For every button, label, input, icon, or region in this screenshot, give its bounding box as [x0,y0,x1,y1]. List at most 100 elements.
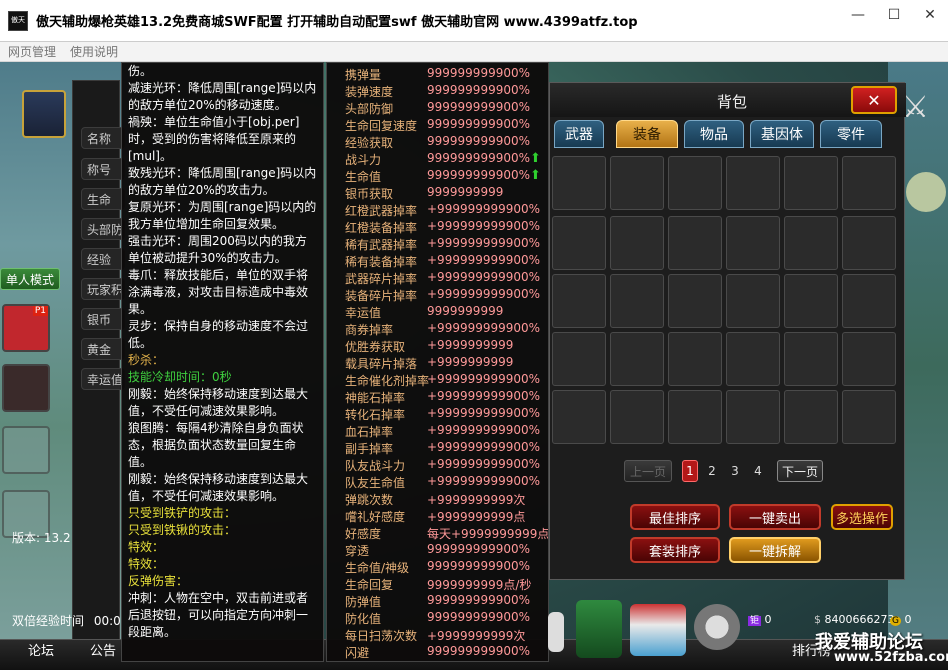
bag-slot[interactable] [552,156,606,210]
gear-icon[interactable] [694,604,740,650]
stat-luck: 幸运值 [81,368,125,390]
attr-value: +999999999900% [427,423,541,437]
attr-value: 999999999900% [427,610,531,624]
crossed-swords-icon: ⚔ [902,90,929,125]
skill-line: 致残光环：降低周围[range]码以内的敌方单位20%的攻击力。 [128,166,317,197]
attr-row: 防化值 999999999900% [345,610,545,627]
bag-slot[interactable] [552,390,606,444]
tab-parts[interactable]: 零件 [820,120,882,148]
attr-value: 999999999900% [427,151,531,165]
bag-slot[interactable] [784,216,838,270]
attr-name: 嚐礼好感度 [345,510,406,524]
close-window-button[interactable]: ✕ [912,0,948,30]
bag-slot[interactable] [610,274,664,328]
tab-equipment[interactable]: 装备 [616,120,678,148]
watermark-url: www.52fzba.com [834,650,948,665]
multi-select-button[interactable]: 多选操作 [831,504,893,530]
bag-slot[interactable] [726,390,780,444]
attr-name: 生命回复速度 [345,119,418,133]
bag-slot[interactable] [610,390,664,444]
attr-value: +999999999900% [427,321,541,335]
attr-value: +9999999999 [427,355,514,369]
maximize-button[interactable]: ☐ [876,0,912,30]
attr-name: 队友战斗力 [345,459,406,473]
bag-slot[interactable] [726,156,780,210]
castle-icon [22,90,66,138]
attr-name: 副手掉率 [345,442,394,456]
bullet-icon[interactable] [548,612,564,652]
attr-row: 队友生命值 +999999999900% [345,474,545,491]
silver-count: 8400666273 [824,613,895,626]
sell-all-button[interactable]: 一键卖出 [729,504,821,530]
minimize-button[interactable]: — [840,0,876,30]
up-arrow-icon: ⬆ [530,168,541,183]
page-1[interactable]: 1 [682,460,698,482]
bag-slot[interactable] [784,274,838,328]
bag-slot[interactable] [842,156,896,210]
menu-instructions[interactable]: 使用说明 [70,43,118,60]
bag-slot[interactable] [784,156,838,210]
silver-coin-icon: $ [814,613,821,626]
bag-slot[interactable] [610,216,664,270]
bag-slot[interactable] [842,274,896,328]
skill-line: 技能冷却时间：0秒 [128,370,232,384]
bag-slot[interactable] [552,332,606,386]
attr-name: 好感度 [345,527,382,541]
bag-slot[interactable] [726,274,780,328]
tab-gene[interactable]: 基因体 [750,120,814,148]
menu-web-manage[interactable]: 网页管理 [8,43,56,60]
bag-slot[interactable] [784,332,838,386]
skill-line: 特效： [128,557,165,571]
bag-slot[interactable] [668,274,722,328]
attr-row: 装弹速度 999999999900% [345,83,545,100]
skill-line: 特效： [128,540,165,554]
bag-slot[interactable] [726,216,780,270]
page-3[interactable]: 3 [727,460,743,482]
attr-value: 999999999900% [427,66,531,80]
shop-icon[interactable] [630,604,686,656]
forum-button[interactable]: 论坛 [28,640,54,659]
attr-value: +999999999900% [427,236,541,250]
bag-slot[interactable] [668,332,722,386]
best-sort-button[interactable]: 最佳排序 [630,504,720,530]
next-page-button[interactable]: 下一页 [777,460,823,482]
attr-row: 神能石掉率 +999999999900% [345,389,545,406]
attr-row: 转化石掉率 +999999999900% [345,406,545,423]
avatar-p2[interactable] [2,364,50,412]
attr-name: 银币获取 [345,187,394,201]
bag-slot[interactable] [842,390,896,444]
app-icon: 傲天 [8,10,28,31]
bag-slot[interactable] [668,216,722,270]
prev-page-button[interactable]: 上一页 [624,460,672,482]
hooded-figure-icon[interactable] [576,600,622,658]
window-titlebar: 傲天 傲天辅助爆枪英雄13.2免费商城SWF配置 打开辅助自动配置swf 傲天辅… [0,0,948,42]
bag-close-button[interactable]: ✕ [851,86,897,114]
bag-slot[interactable] [842,332,896,386]
suit-sort-button[interactable]: 套装排序 [630,537,720,563]
bag-slot[interactable] [552,216,606,270]
bag-slot[interactable] [784,390,838,444]
avatar-p3[interactable] [2,426,50,474]
skill-line: 冲刺：人物在空中，双击前进或者后退按钮，可以向指定方向冲刺一段距离。 [128,591,309,639]
attr-row: 携弹量 999999999900% [345,66,545,83]
bag-slot[interactable] [610,156,664,210]
page-4[interactable]: 4 [750,460,766,482]
window-controls: — ☐ ✕ [840,0,948,30]
single-mode-button[interactable]: 单人模式 [0,268,60,290]
dismantle-button[interactable]: 一键拆解 [729,537,821,563]
bag-slot[interactable] [668,390,722,444]
avatar-p1[interactable]: P1 [2,304,50,352]
page-2[interactable]: 2 [704,460,720,482]
bag-slot[interactable] [552,274,606,328]
notice-button[interactable]: 公告 [90,640,116,659]
bag-slot[interactable] [842,216,896,270]
bag-slot[interactable] [726,332,780,386]
tab-items[interactable]: 物品 [684,120,744,148]
attr-name: 红橙武器掉率 [345,204,418,218]
skill-line: 复原光环：为周围[range]码以内的我方单位增加生命回复效果。 [128,200,317,231]
bag-slot[interactable] [610,332,664,386]
gold-badge: G [890,616,901,626]
attr-value: +999999999900% [427,372,541,386]
tab-weapon[interactable]: 武器 [554,120,604,148]
bag-slot[interactable] [668,156,722,210]
